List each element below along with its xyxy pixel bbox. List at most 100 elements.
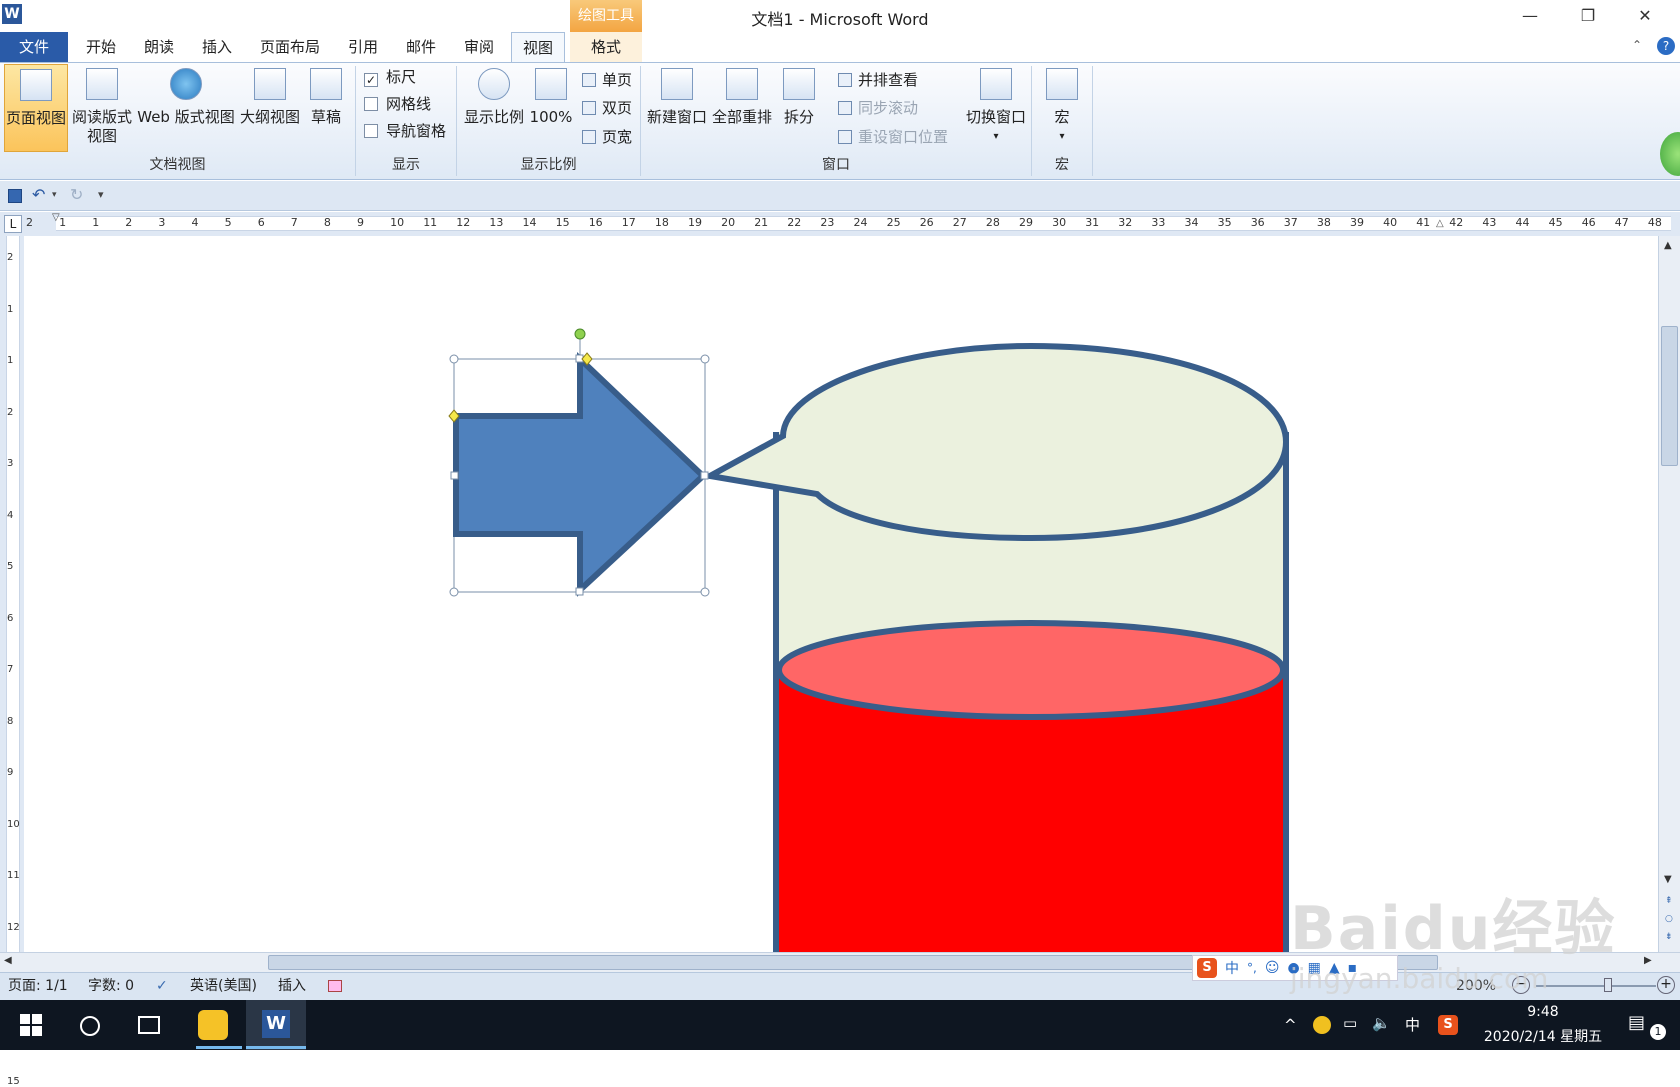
right-arrow-shape[interactable] [453,352,708,597]
zoom-100-button[interactable]: 100% [528,64,574,152]
tab-read[interactable]: 朗读 [136,32,182,62]
nav-pane-checkbox[interactable]: 导航窗格 [364,120,446,142]
two-pages-button[interactable]: 双页 [582,97,632,119]
tab-format[interactable]: 格式 [570,32,642,62]
tray-overflow-icon[interactable]: ^ [1284,1016,1297,1034]
resize-handle[interactable] [575,587,584,596]
drawing-canvas [448,328,1290,952]
undo-icon[interactable]: ↶ [32,185,45,204]
outline-view-label: 大纲视图 [239,108,300,126]
help-icon[interactable]: ? [1657,37,1675,55]
sync-scroll-button[interactable]: 同步滚动 [838,97,918,119]
close-icon[interactable]: ✕ [1620,0,1670,32]
collapse-ribbon-icon[interactable]: ⌃ [1632,38,1642,52]
read-view-label-2: 视图 [86,127,117,145]
page-width-button[interactable]: 页宽 [582,126,632,148]
one-page-button[interactable]: 单页 [582,69,632,91]
ruler-tick-label: 10 [390,216,405,229]
resize-handle[interactable] [700,587,710,597]
right-indent-marker[interactable]: △ [1436,218,1444,229]
document-page[interactable] [24,236,1658,952]
globe-icon [170,68,202,100]
first-line-indent-marker[interactable]: ▽ [52,212,60,223]
outline-view-button[interactable]: 大纲视图 [238,64,302,152]
vertical-scrollbar[interactable]: ▲ ▼ ⇞ ○ ⇟ [1658,236,1680,952]
resize-handle[interactable] [700,354,710,364]
ruler-tick-label: 12 [456,216,471,229]
split-button[interactable]: 拆分 [776,64,822,152]
redo-icon[interactable]: ↻ [70,185,83,204]
reset-position-label: 重设窗口位置 [858,128,949,146]
undo-dropdown-icon[interactable]: ▾ [52,190,57,200]
resize-handle[interactable] [450,471,459,480]
task-view-icon[interactable] [138,1016,160,1034]
page-view-label: 页面视图 [5,109,66,127]
page-count[interactable]: 页面: 1/1 [8,976,68,996]
ime-chinese-mode[interactable]: 中 [1225,958,1239,978]
arrange-all-icon [726,68,758,100]
liquid-surface-shape[interactable] [776,620,1286,720]
resize-handle[interactable] [700,471,709,480]
ruler-tick-label: 24 [853,216,868,229]
switch-windows-button[interactable]: 切换窗口 ▾ [962,64,1030,152]
read-view-button[interactable]: 阅读版式 视图 [70,64,134,152]
page-view-button[interactable]: 页面视图 [4,64,68,152]
scroll-up-icon[interactable]: ▲ [1664,240,1672,251]
input-language[interactable]: 中 [1405,1014,1420,1035]
tab-insert[interactable]: 插入 [194,32,240,62]
sync-scroll-label: 同步滚动 [858,99,919,117]
insert-mode[interactable]: 插入 [278,976,306,996]
tab-references[interactable]: 引用 [340,32,386,62]
notification-icon[interactable]: ▤ [1628,1012,1645,1033]
macros-button[interactable]: 宏 ▾ [1036,64,1088,152]
tab-mailings[interactable]: 邮件 [398,32,444,62]
one-page-label: 单页 [602,71,633,89]
gridlines-checkbox[interactable]: 网格线 [364,93,431,115]
web-view-button[interactable]: Web 版式视图 [136,64,236,152]
vertical-scroll-thumb[interactable] [1661,326,1678,466]
draft-label: 草稿 [310,108,341,126]
dropdown-arrow-icon: ▾ [993,131,999,142]
ruler-tick-label: 25 [886,216,901,229]
minimize-icon[interactable]: — [1505,0,1555,32]
network-icon[interactable]: ▭ [1343,1014,1357,1032]
volume-icon[interactable]: 🔈 [1372,1014,1391,1032]
clock-time[interactable]: 9:48 [1468,1004,1618,1020]
ruler-checkbox[interactable]: ✓ 标尺 [364,66,416,88]
proofing-icon[interactable]: ✓ [156,976,168,996]
rotate-handle[interactable] [574,328,586,340]
tab-page-layout[interactable]: 页面布局 [252,32,328,62]
tab-view[interactable]: 视图 [511,32,565,62]
sogou-icon[interactable]: S [1197,958,1217,978]
tab-review[interactable]: 审阅 [456,32,502,62]
tab-home[interactable]: 开始 [78,32,124,62]
group-label-show: 显示 [392,157,420,173]
ruler-tick-label: 37 [1283,216,1298,229]
macro-record-icon[interactable] [328,980,342,992]
ime-punctuation[interactable]: °, [1247,961,1257,975]
arrange-all-button[interactable]: 全部重排 [710,64,774,152]
ruler-tick-label: 32 [1118,216,1133,229]
tray-app-icon[interactable] [1313,1016,1331,1034]
sogou-tray-icon[interactable]: S [1438,1015,1458,1035]
draft-button[interactable]: 草稿 [304,64,348,152]
resize-handle[interactable] [449,587,459,597]
resize-handle[interactable] [449,354,459,364]
new-window-button[interactable]: 新建窗口 [646,64,708,152]
restore-icon[interactable]: ❐ [1563,0,1613,32]
clock-date[interactable]: 2020/2/14 星期五 [1468,1026,1618,1046]
reset-position-button[interactable]: 重设窗口位置 [838,126,948,148]
word-count[interactable]: 字数: 0 [88,976,134,996]
customize-qat-icon[interactable]: ▾ [98,188,104,201]
tab-file[interactable]: 文件 [0,32,68,62]
open-book-icon [86,68,118,100]
start-icon[interactable] [20,1014,42,1036]
emoji-icon[interactable]: ☺ [1265,960,1280,976]
zoom-button[interactable]: 显示比例 [462,64,526,152]
scroll-left-icon[interactable]: ◀ [4,955,12,966]
language-indicator[interactable]: 英语(美国) [190,976,257,996]
search-icon[interactable] [80,1016,100,1036]
save-icon[interactable] [8,189,22,203]
qq-app-icon[interactable] [198,1010,228,1040]
side-by-side-button[interactable]: 并排查看 [838,69,918,91]
